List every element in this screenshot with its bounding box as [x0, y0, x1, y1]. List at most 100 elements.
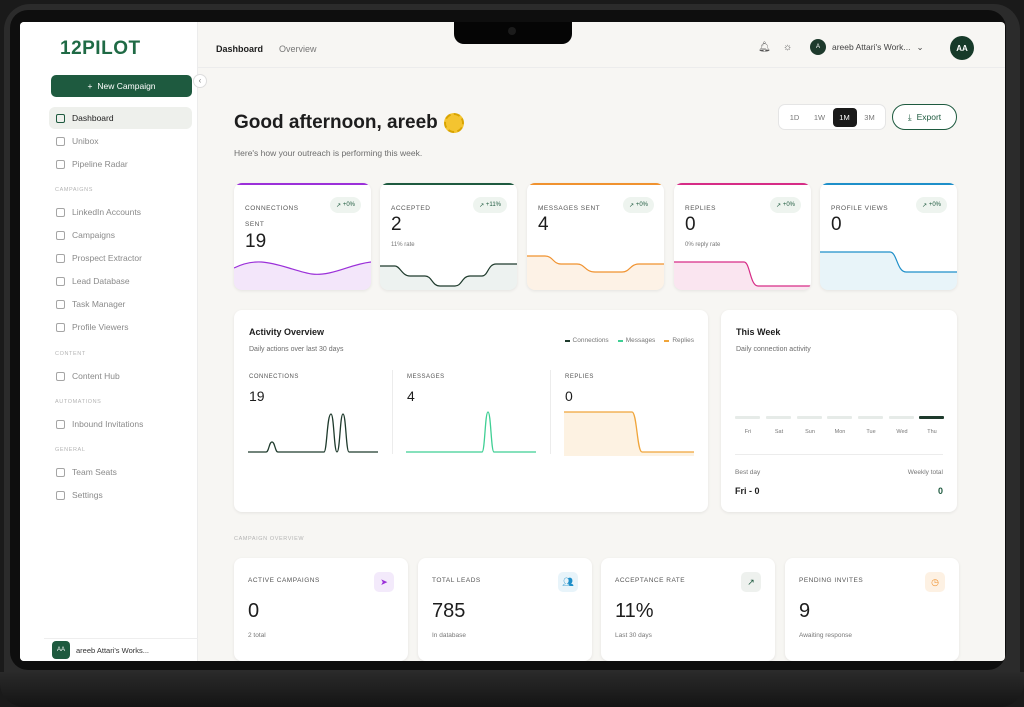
new-campaign-button[interactable]: + New Campaign: [51, 75, 192, 97]
sidebar-item-content-hub[interactable]: Content Hub: [49, 365, 192, 387]
bar-sun[interactable]: [797, 416, 822, 419]
tab-overview[interactable]: Overview: [279, 44, 317, 54]
workspace-switcher[interactable]: A areeb Attari's Work... ⌄: [810, 39, 924, 55]
stat-card-profile-views[interactable]: PROFILE VIEWS ↗ +0% 0: [820, 183, 957, 290]
bar-wed[interactable]: [889, 416, 914, 419]
delta-value: +0%: [782, 202, 795, 208]
bar-tue[interactable]: [858, 416, 883, 419]
sidebar-item-label: Pipeline Radar: [72, 159, 128, 169]
chevron-down-icon: ⌄: [916, 41, 924, 52]
card-sub: In database: [432, 632, 466, 639]
bar-mon[interactable]: [827, 416, 852, 419]
radar-icon: [56, 159, 65, 169]
activity-overview-panel: Activity Overview Daily actions over las…: [234, 310, 708, 512]
trend-up-icon: ↗: [922, 202, 929, 209]
best-day-label: Best day: [735, 469, 761, 476]
workspace-avatar: AA: [52, 641, 70, 659]
card-total-leads[interactable]: TOTAL LEADS 👥︎ 785 In database: [418, 558, 592, 661]
gear-icon: [56, 490, 65, 500]
collapse-sidebar-chevron-icon[interactable]: ‹: [193, 74, 207, 88]
card-accent-line: [674, 183, 811, 185]
card-pending-invites[interactable]: PENDING INVITES ◷ 9 Awaiting response: [785, 558, 959, 661]
stat-value: 0: [831, 214, 842, 235]
stat-card-replies[interactable]: REPLIES ↗ +0% 0 0% reply rate: [674, 183, 811, 290]
activity-legend: Connections Messages Replies: [564, 337, 694, 344]
sidebar-item-team-seats[interactable]: Team Seats: [49, 461, 192, 483]
search-icon: [56, 253, 65, 263]
stat-delta-badge: ↗ +0%: [770, 197, 801, 213]
sidebar-item-unibox[interactable]: Unibox: [49, 130, 192, 152]
this-week-title: This Week: [736, 327, 781, 337]
stat-sub: 0% reply rate: [685, 242, 721, 248]
stat-delta-badge: ↗ +0%: [330, 197, 361, 213]
export-button[interactable]: ⤓ Export: [892, 104, 957, 130]
activity-connections-label: CONNECTIONS: [249, 374, 299, 380]
bar-fri[interactable]: [735, 416, 760, 419]
stat-label: MESSAGES SENT: [538, 205, 601, 212]
range-1w[interactable]: 1W: [808, 108, 832, 127]
users-icon: [56, 207, 65, 217]
activity-messages-label: MESSAGES: [407, 374, 445, 380]
sidebar-item-task-manager[interactable]: Task Manager: [49, 293, 192, 315]
user-avatar[interactable]: AA: [950, 36, 974, 60]
sun-theme-icon[interactable]: ☼: [783, 42, 792, 53]
card-label: ACCEPTANCE RATE: [615, 577, 686, 584]
trend-up-icon: ↗: [336, 202, 343, 209]
campaign-overview-label: CAMPAIGN OVERVIEW: [234, 536, 305, 542]
column-divider: [392, 370, 393, 454]
document-icon: [56, 371, 65, 381]
activity-replies-chart: [564, 411, 694, 456]
export-label: Export: [916, 112, 942, 122]
range-1m[interactable]: 1M: [832, 107, 857, 127]
stat-delta-badge: ↗ +11%: [473, 197, 507, 213]
stat-label: REPLIES: [685, 205, 716, 212]
app-logo[interactable]: 12PILOT: [60, 38, 141, 60]
card-accent-line: [234, 183, 371, 185]
plus-icon: +: [87, 81, 93, 91]
sidebar-item-linkedin-accounts[interactable]: LinkedIn Accounts: [49, 201, 192, 223]
sidebar-item-pipeline-radar[interactable]: Pipeline Radar: [49, 153, 192, 175]
checklist-icon: [56, 299, 65, 309]
delta-value: +11%: [485, 202, 501, 208]
bar-thu[interactable]: [919, 416, 944, 419]
sparkline-messages: [527, 255, 664, 290]
download-icon: ⤓: [907, 111, 912, 122]
stat-label: PROFILE VIEWS: [831, 205, 889, 212]
stat-card-accepted[interactable]: ACCEPTED ↗ +11% 2 11% rate: [380, 183, 517, 290]
day-label-tue: Tue: [866, 429, 876, 435]
stat-delta-badge: ↗ +0%: [623, 197, 654, 213]
range-1d[interactable]: 1D: [783, 108, 807, 127]
sidebar-item-label: Unibox: [72, 136, 99, 146]
users-icon: 👥︎: [558, 572, 578, 592]
sidebar-item-prospect-extractor[interactable]: Prospect Extractor: [49, 247, 192, 269]
sidebar-item-inbound-invitations[interactable]: Inbound Invitations: [49, 413, 192, 435]
page-subtitle: Here's how your outreach is performing t…: [234, 148, 423, 158]
bar-sat[interactable]: [766, 416, 791, 419]
camera-notch: [454, 22, 572, 44]
sidebar-item-dashboard[interactable]: Dashboard: [49, 107, 192, 129]
delta-value: +0%: [342, 202, 355, 208]
day-label-sat: Sat: [774, 429, 784, 435]
sidebar-item-settings[interactable]: Settings: [49, 484, 192, 506]
stat-card-connections-sent[interactable]: CONNECTIONS SENT ↗ +0% 19: [234, 183, 371, 290]
sidebar-item-campaigns[interactable]: Campaigns: [49, 224, 192, 246]
stat-value: 4: [538, 214, 549, 235]
grid-icon: [56, 113, 65, 123]
column-divider: [550, 370, 551, 454]
sidebar-item-lead-database[interactable]: Lead Database: [49, 270, 192, 292]
sidebar: 12PILOT + New Campaign Dashboard Unibox …: [20, 22, 198, 661]
card-acceptance-rate[interactable]: ACCEPTANCE RATE ↗ 11% Last 30 days: [601, 558, 775, 661]
card-active-campaigns[interactable]: ACTIVE CAMPAIGNS ➤ 0 2 total: [234, 558, 408, 661]
team-icon: [56, 467, 65, 477]
sidebar-item-profile-viewers[interactable]: Profile Viewers: [49, 316, 192, 338]
workspace-footer[interactable]: AA areeb Attari's Works...: [44, 638, 198, 661]
trend-up-icon: ↗: [741, 572, 761, 592]
range-3m[interactable]: 3M: [858, 108, 882, 127]
stat-card-messages-sent[interactable]: MESSAGES SENT ↗ +0% 4: [527, 183, 664, 290]
activity-replies-label: REPLIES: [565, 374, 594, 380]
bell-icon[interactable]: 🔔︎: [758, 42, 771, 53]
tab-dashboard[interactable]: Dashboard: [216, 44, 263, 54]
activity-connections-value: 19: [249, 388, 265, 404]
activity-connections-chart: [248, 413, 378, 453]
laptop-base: [0, 672, 1024, 707]
